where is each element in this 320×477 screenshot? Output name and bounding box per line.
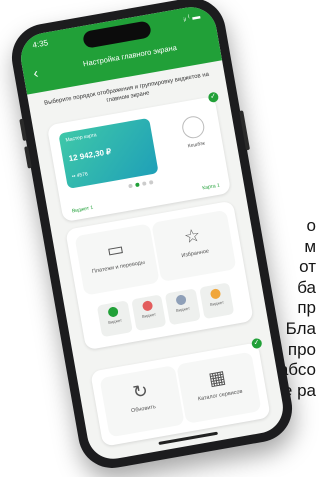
refresh-tile[interactable]: ↻ Обновить: [99, 365, 185, 438]
status-time: 4:35: [31, 38, 49, 50]
widget-dot-icon: [141, 300, 154, 312]
catalog-icon: ▦: [207, 366, 228, 390]
volume-down-button[interactable]: [24, 146, 32, 169]
shortcuts-widget-block[interactable]: ▭ Платежи и переводы ☆ Избранное Виджет …: [65, 200, 254, 351]
cashback-label: Кешбэк: [187, 140, 206, 150]
carousel-dot: [141, 181, 147, 186]
catalog-tile[interactable]: ▦ Каталог сервисов: [176, 351, 262, 424]
mini-widget[interactable]: Виджет: [96, 300, 133, 338]
phone-screen: 4:35 ᵢₗ ⁽ ▬ ‹ Настройка главного экрана …: [16, 3, 288, 463]
dynamic-island: [82, 20, 152, 49]
back-arrow-icon[interactable]: ‹: [32, 64, 39, 81]
volume-up-button[interactable]: [19, 118, 28, 141]
carousel-dots: [128, 180, 154, 189]
mini-widget-label: Виджет: [107, 317, 123, 325]
mini-widgets-row: Виджет Виджет Виджет Виджет: [96, 282, 235, 338]
carousel-dot-active: [135, 182, 140, 188]
page-title: Настройка главного экрана: [82, 42, 178, 69]
tile-label: Избранное: [181, 248, 210, 260]
mini-widget[interactable]: Виджет: [164, 288, 201, 326]
widget-dot-icon: [107, 306, 120, 318]
widget-dot-icon: [209, 288, 222, 300]
status-indicators: ᵢₗ ⁽ ▬: [182, 11, 201, 24]
services-widget-block[interactable]: ✓ ↻ Обновить ▦ Каталог сервисов: [90, 337, 271, 447]
favorites-tile[interactable]: ☆ Избранное: [151, 209, 237, 283]
smartphone: 4:35 ᵢₗ ⁽ ▬ ‹ Настройка главного экрана …: [6, 0, 298, 474]
tile-label: Обновить: [130, 404, 157, 415]
carousel-dot: [148, 180, 154, 185]
card-number: •• 4576: [71, 171, 89, 180]
footer-left-link[interactable]: Виджет 1: [72, 205, 94, 215]
payments-tile[interactable]: ▭ Платежи и переводы: [74, 223, 160, 296]
mini-widget-label: Виджет: [175, 305, 191, 313]
check-icon: ✓: [250, 337, 263, 350]
widget-dot-icon: [175, 294, 188, 306]
power-circle-icon: [180, 114, 207, 140]
bank-card[interactable]: Мастер карта 12 942,30 ₽ •• 4576: [58, 117, 159, 189]
card-label: Мастер карта: [65, 132, 98, 144]
mini-widget-label: Виджет: [209, 299, 225, 307]
star-icon: ☆: [182, 224, 202, 248]
card-balance: 12 942,30 ₽: [68, 146, 112, 164]
mini-widget[interactable]: Виджет: [130, 294, 167, 332]
power-button[interactable]: [239, 110, 251, 151]
mini-widget[interactable]: Виджет: [198, 282, 235, 320]
cashback-widget[interactable]: Кешбэк: [174, 113, 215, 151]
footer-right-link[interactable]: Карта 1: [202, 183, 220, 192]
refresh-icon: ↻: [131, 380, 150, 403]
card-widget-block[interactable]: ✓ Мастер карта 12 942,30 ₽ •• 4576 Кешбэ…: [46, 91, 232, 223]
carousel-dot: [128, 183, 133, 189]
check-icon: ✓: [207, 91, 220, 104]
mini-widget-label: Виджет: [141, 311, 157, 319]
